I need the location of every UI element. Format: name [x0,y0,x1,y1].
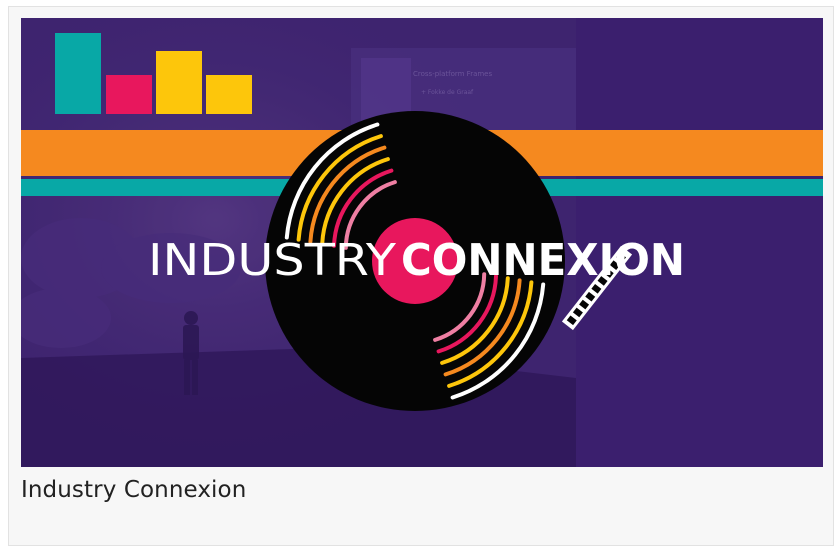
banner-title-connexion: CONNEXION [401,235,685,286]
background-photo-text-1: Cross-platform Frames [413,70,492,78]
background-photo-text-2: + Fokke de Graaf [421,89,474,96]
banner-graphic: Cross-platform Frames + Fokke de Graaf I… [21,18,823,467]
banner-title-industry: INDUSTRY [148,235,396,286]
card-title[interactable]: Industry Connexion [21,477,246,503]
content-card[interactable]: Cross-platform Frames + Fokke de Graaf I… [8,6,834,546]
banner-image[interactable]: Cross-platform Frames + Fokke de Graaf I… [21,18,823,467]
